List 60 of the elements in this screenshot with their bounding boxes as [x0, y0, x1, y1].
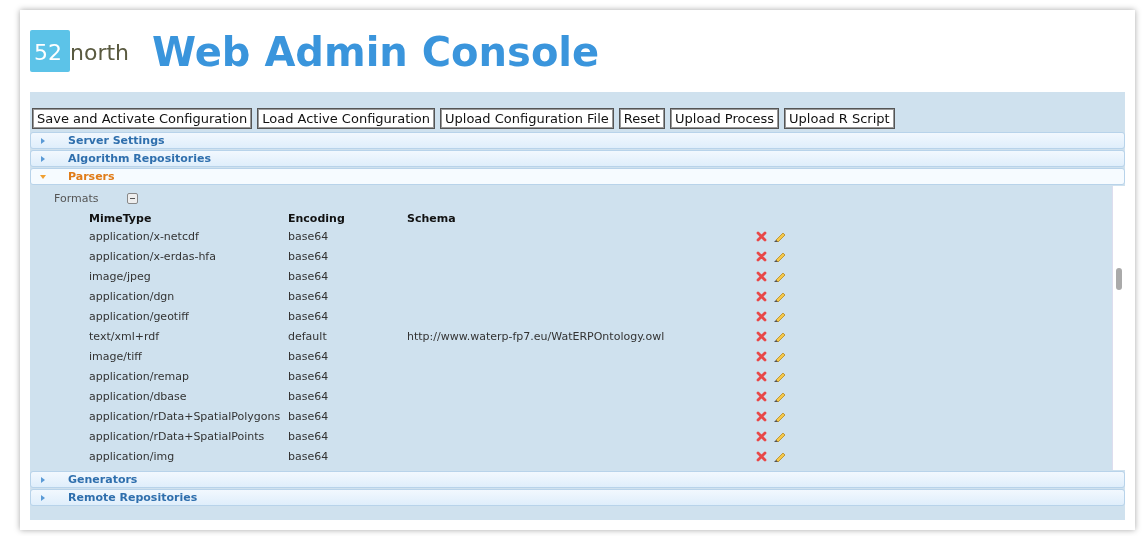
- table-cell: application/geotiff: [89, 309, 189, 323]
- table-cell: base64: [288, 369, 329, 383]
- section-header[interactable]: Algorithm Repositories: [30, 150, 1125, 167]
- table-cell: base64: [288, 289, 329, 303]
- table-cell: base64: [288, 449, 329, 463]
- table-cell: http://www.waterp-fp7.eu/WatERPOntology.owl: [407, 329, 665, 343]
- toolbar-button[interactable]: Save and Activate Configuration: [32, 108, 253, 129]
- section-header[interactable]: Generators: [30, 471, 1125, 488]
- table-cell: default: [288, 329, 327, 343]
- table-cell: base64: [288, 269, 329, 283]
- table-cell: application/x-netcdf: [89, 229, 199, 243]
- caret-down-icon: [40, 173, 46, 180]
- table-cell: base64: [288, 249, 329, 263]
- delete-icon[interactable]: [756, 390, 767, 402]
- formats-label: Formats: [54, 191, 99, 205]
- section-header[interactable]: Server Settings: [30, 132, 1125, 149]
- caret-right-icon: [40, 137, 46, 144]
- table-cell: application/rData+SpatialPolygons: [89, 409, 281, 423]
- table-cell: base64: [288, 349, 329, 363]
- table-cell: application/x-erdas-hfa: [89, 249, 216, 263]
- delete-icon[interactable]: [756, 270, 767, 282]
- toolbar-button[interactable]: Upload Configuration File: [440, 108, 614, 129]
- page-title: Web Admin Console: [152, 29, 600, 75]
- caret-right-icon: [40, 494, 46, 501]
- delete-icon[interactable]: [756, 250, 767, 262]
- table-cell: application/rData+SpatialPoints: [89, 429, 265, 443]
- table-cell: application/dgn: [89, 289, 175, 303]
- toolbar-button[interactable]: Upload R Script: [784, 108, 895, 129]
- table-cell: base64: [288, 309, 329, 323]
- delete-icon[interactable]: [756, 350, 767, 362]
- delete-icon[interactable]: [756, 430, 767, 442]
- column-header: MimeType: [89, 210, 153, 226]
- table-cell: base64: [288, 389, 329, 403]
- logo: 52 north: [30, 30, 126, 74]
- table-cell: application/dbase: [89, 389, 187, 403]
- delete-icon[interactable]: [756, 410, 767, 422]
- column-header: Encoding: [288, 210, 407, 226]
- table-cell: base64: [288, 229, 329, 243]
- delete-icon[interactable]: [756, 450, 767, 462]
- delete-icon[interactable]: [756, 370, 767, 382]
- table-cell: image/jpeg: [89, 269, 151, 283]
- section-header[interactable]: Remote Repositories: [30, 489, 1125, 506]
- delete-icon[interactable]: [756, 310, 767, 322]
- table-cell: base64: [288, 429, 329, 443]
- delete-icon[interactable]: [756, 330, 767, 342]
- toolbar-button[interactable]: Load Active Configuration: [257, 108, 436, 129]
- collapse-toggle[interactable]: [126, 192, 138, 204]
- table-cell: application/img: [89, 449, 175, 463]
- delete-icon[interactable]: [756, 230, 767, 242]
- table-cell: image/tiff: [89, 349, 142, 363]
- table-cell: application/remap: [89, 369, 189, 383]
- table-cell: base64: [288, 409, 329, 423]
- delete-icon[interactable]: [756, 290, 767, 302]
- caret-right-icon: [40, 476, 46, 483]
- toolbar-button[interactable]: Reset: [618, 108, 666, 129]
- scrollbar[interactable]: [1112, 186, 1125, 470]
- table-cell: text/xml+rdf: [89, 329, 160, 343]
- toolbar-button[interactable]: Upload Process: [670, 108, 780, 129]
- caret-right-icon: [40, 155, 46, 162]
- column-header: Schema: [407, 210, 457, 226]
